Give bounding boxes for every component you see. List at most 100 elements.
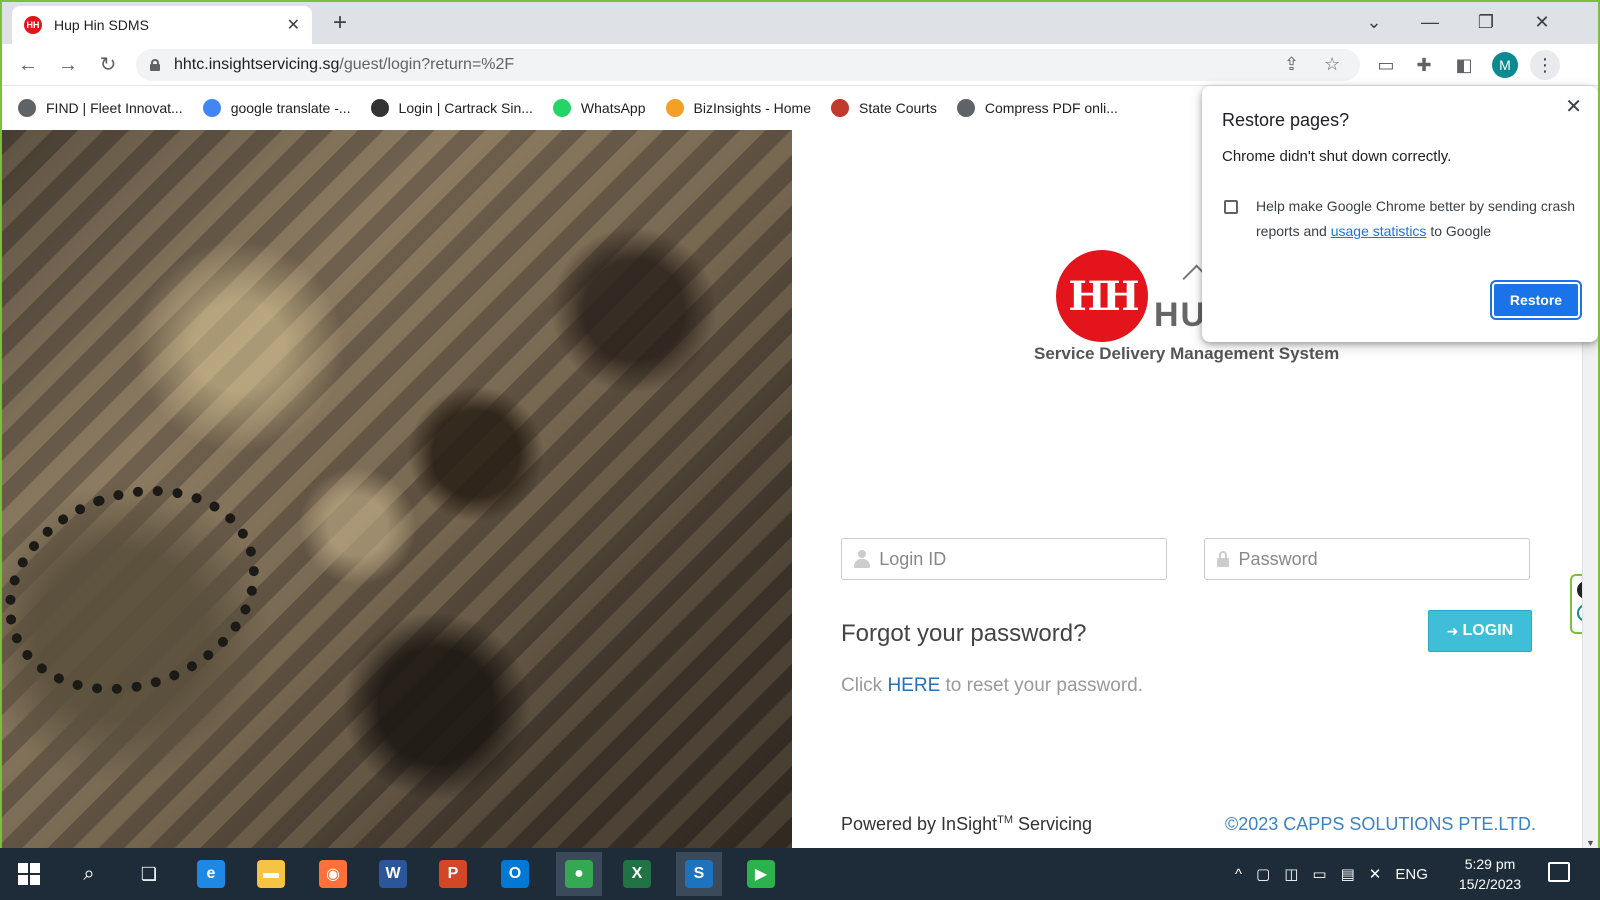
- system-clock[interactable]: 5:29 pm 15/2/2023: [1450, 854, 1530, 894]
- bookmark-item[interactable]: WhatsApp: [552, 99, 646, 117]
- media-player-icon: ▶: [747, 860, 775, 888]
- bookmark-item[interactable]: Compress PDF onli...: [956, 99, 1118, 117]
- dialog-message: Chrome didn't shut down correctly.: [1222, 148, 1452, 165]
- taskbar-powerpoint-button[interactable]: P: [430, 852, 476, 896]
- bookmark-item[interactable]: google translate -...: [202, 99, 351, 117]
- taskbar-file-explorer-button[interactable]: ▬: [248, 852, 294, 896]
- login-id-field[interactable]: [841, 538, 1167, 580]
- url-text[interactable]: hhtc.insightservicing.sg/guest/login?ret…: [174, 56, 514, 74]
- cast-icon[interactable]: ▭: [1374, 53, 1398, 77]
- taskbar-edge-button[interactable]: e: [188, 852, 234, 896]
- crash-report-label: Help make Google Chrome better by sendin…: [1256, 194, 1576, 244]
- powered-suffix: Servicing: [1018, 814, 1093, 834]
- system-tagline: Service Delivery Management System: [1034, 344, 1340, 363]
- taskbar-media-player-button[interactable]: ▶: [738, 852, 784, 896]
- dialog-close-icon[interactable]: ✕: [1565, 94, 1582, 119]
- trademark-mark: TM: [997, 814, 1013, 826]
- timing-chain-graphic: [2, 451, 289, 729]
- password-lock-icon: [1217, 551, 1229, 567]
- help-suffix: to Google: [1430, 223, 1492, 239]
- password-input[interactable]: [1228, 548, 1529, 570]
- bookmark-item[interactable]: Login | Cartrack Sin...: [370, 99, 533, 117]
- tab-close-icon[interactable]: ✕: [287, 15, 300, 35]
- bookmark-label: State Courts: [859, 100, 937, 116]
- bookmark-item[interactable]: BizInsights - Home: [665, 99, 811, 117]
- start-button[interactable]: [6, 852, 52, 896]
- forward-icon[interactable]: →: [56, 53, 80, 77]
- tab-search-chevron-icon[interactable]: ⌄: [1354, 8, 1394, 36]
- bookmark-favicon-icon: [665, 99, 684, 117]
- close-window-button[interactable]: ✕: [1522, 8, 1562, 36]
- taskbar-firefox-button[interactable]: ◉: [310, 852, 356, 896]
- login-button-label: LOGIN: [1462, 622, 1514, 639]
- usage-statistics-link[interactable]: usage statistics: [1331, 223, 1427, 239]
- extensions-icon[interactable]: ✚: [1412, 53, 1436, 77]
- taskbar-excel-button[interactable]: X: [614, 852, 660, 896]
- edge-icon: e: [197, 860, 225, 888]
- login-button[interactable]: ➜ LOGIN: [1428, 610, 1532, 652]
- battery-icon[interactable]: ▭: [1312, 865, 1326, 883]
- bookmark-item[interactable]: FIND | Fleet Innovat...: [18, 99, 183, 117]
- powered-prefix: Powered by InSight: [841, 814, 998, 834]
- profile-avatar[interactable]: M: [1492, 52, 1518, 78]
- windows-taskbar: ⌕ ❏ e ▬ ◉ W P O ● X S ▶ ^ ▢ ◫ ▭ ▤ ✕ ENG 5:29 pm 1…: [0, 848, 1600, 900]
- sign-in-icon: ➜: [1446, 622, 1459, 639]
- bookmark-label: FIND | Fleet Innovat...: [46, 100, 183, 116]
- notification-icon[interactable]: [1548, 862, 1570, 882]
- logo-text: HU: [1154, 296, 1208, 334]
- side-panel-icon[interactable]: ◧: [1452, 53, 1476, 77]
- minimize-button[interactable]: —: [1410, 8, 1450, 36]
- bookmark-label: google translate -...: [230, 100, 351, 116]
- share-icon[interactable]: ⇪: [1284, 54, 1299, 75]
- taskbar-chrome-button[interactable]: ●: [556, 852, 602, 896]
- reset-suffix: to reset your password.: [945, 675, 1144, 696]
- outlook-icon: O: [501, 860, 529, 888]
- password-field[interactable]: [1204, 538, 1530, 580]
- volume-muted-icon[interactable]: ✕: [1369, 865, 1382, 883]
- new-tab-button[interactable]: +: [326, 10, 354, 38]
- security-icon[interactable]: ◫: [1284, 865, 1298, 883]
- language-indicator[interactable]: ENG: [1395, 866, 1428, 883]
- insight-app-icon: S: [685, 860, 713, 888]
- bookmark-label: Login | Cartrack Sin...: [398, 100, 533, 116]
- reset-password-text: Click HERE to reset your password.: [841, 675, 1143, 697]
- task-view-icon[interactable]: ❏: [126, 852, 172, 896]
- taskbar-outlook-button[interactable]: O: [492, 852, 538, 896]
- reset-here-link[interactable]: HERE: [887, 675, 940, 696]
- bookmark-item[interactable]: State Courts: [831, 99, 937, 117]
- tab-hup-hin-sdms[interactable]: HH Hup Hin SDMS ✕: [12, 6, 312, 44]
- chrome-menu-icon[interactable]: ⋮: [1530, 50, 1560, 80]
- restore-button[interactable]: Restore: [1490, 280, 1582, 320]
- show-hidden-icons-icon[interactable]: ^: [1235, 866, 1242, 883]
- bookmark-favicon-icon: [956, 99, 975, 117]
- clock-time: 5:29 pm: [1464, 856, 1516, 872]
- lock-icon[interactable]: [150, 59, 160, 71]
- bookmark-favicon-icon: [370, 99, 389, 117]
- search-icon[interactable]: ⌕: [66, 852, 112, 896]
- dialog-title: Restore pages?: [1222, 110, 1350, 130]
- login-id-input[interactable]: [869, 548, 1166, 570]
- word-icon: W: [379, 860, 407, 888]
- copyright-text: ©2023 CAPPS SOLUTIONS PTE.LTD.: [1225, 814, 1537, 834]
- back-icon[interactable]: ←: [16, 53, 40, 77]
- taskbar-insight-app-button[interactable]: S: [676, 852, 722, 896]
- logo-mark: HH: [1056, 250, 1148, 342]
- forgot-password-heading: Forgot your password?: [841, 620, 1087, 647]
- system-tray: ^ ▢ ◫ ▭ ▤ ✕ ENG: [1228, 848, 1435, 900]
- crash-report-checkbox[interactable]: [1224, 200, 1238, 214]
- scroll-down-icon[interactable]: ▼: [1586, 838, 1595, 848]
- bookmark-favicon-icon: [202, 99, 221, 117]
- network-icon[interactable]: ▤: [1341, 865, 1355, 883]
- firefox-icon: ◉: [319, 860, 347, 888]
- excel-icon: X: [623, 860, 651, 888]
- tab-title: Hup Hin SDMS: [54, 17, 149, 33]
- address-bar[interactable]: hhtc.insightservicing.sg/guest/login?ret…: [136, 49, 1360, 81]
- user-icon: [854, 550, 871, 568]
- taskbar-word-button[interactable]: W: [370, 852, 416, 896]
- bookmark-favicon-icon: [831, 99, 849, 117]
- reload-icon[interactable]: ↻: [96, 53, 120, 77]
- maximize-button[interactable]: ❐: [1466, 8, 1506, 36]
- bookmark-star-icon[interactable]: ☆: [1324, 54, 1340, 75]
- meet-icon[interactable]: ▢: [1256, 865, 1270, 883]
- bookmark-label: BizInsights - Home: [693, 100, 811, 116]
